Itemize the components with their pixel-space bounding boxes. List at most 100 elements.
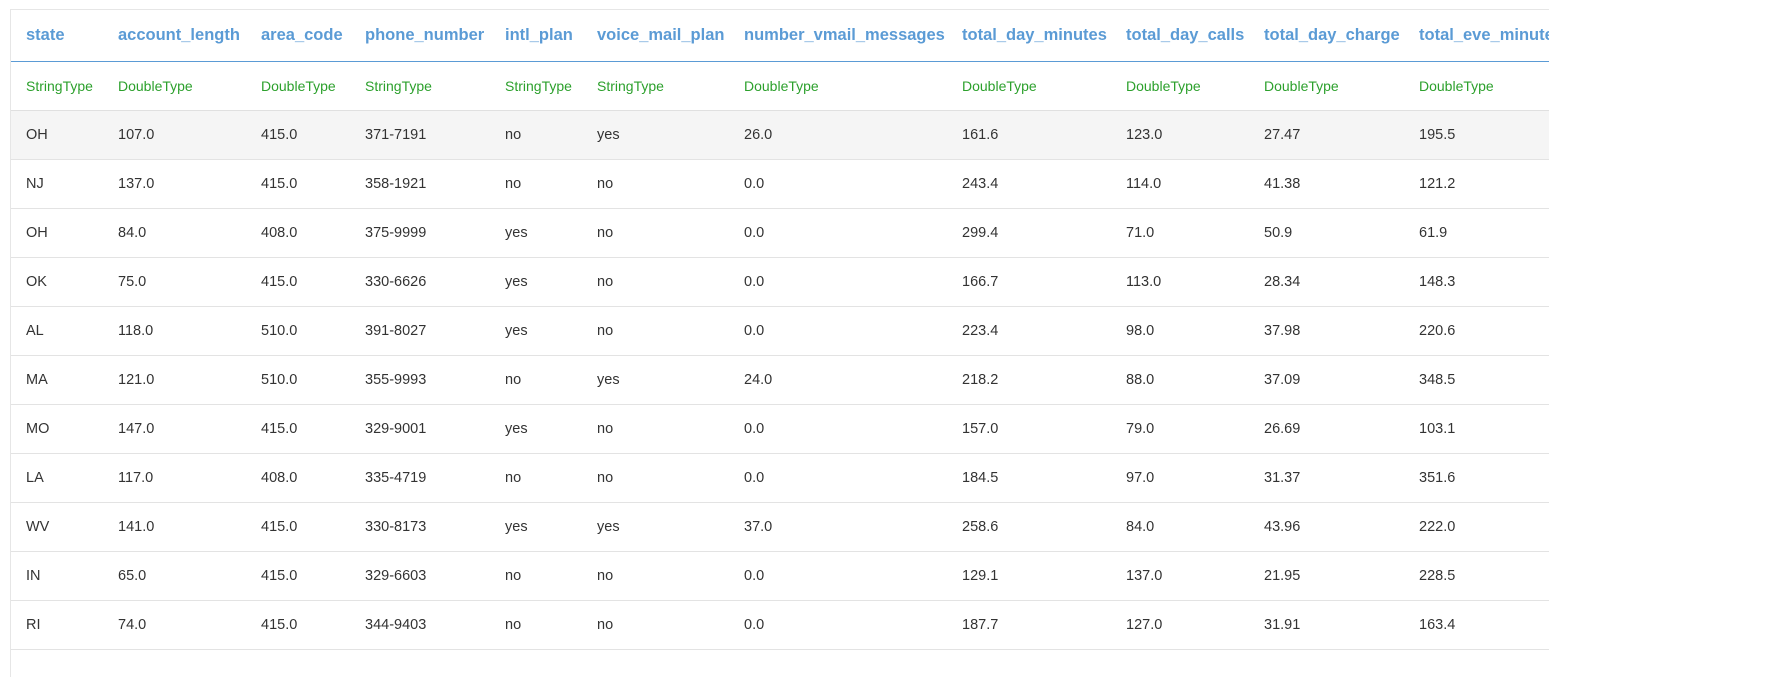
table-cell-total-day-calls: 84.0 [1111,502,1249,552]
column-type-total-eve-minutes: DoubleType [1404,61,1549,111]
table-cell-area-code: 510.0 [246,355,350,405]
table-viewport[interactable]: state account_length area_code phone_number… [10,9,1549,677]
table-cell-total-eve-minutes: 195.5 [1404,110,1549,160]
table-cell-total-day-minutes: 161.6 [947,110,1111,160]
table-cell-area-code: 415.0 [246,257,350,307]
table-cell-number-vmail-messages: 0.0 [729,551,947,601]
table-row[interactable]: OH 107.0 415.0 371-7191 no yes 26.0 161.6 123.0 2… [11,110,1549,160]
table-cell-total-day-calls: 123.0 [1111,110,1249,160]
column-header-total-day-calls[interactable]: total_day_calls [1111,10,1249,62]
table-cell-total-eve-minutes: 220.6 [1404,306,1549,356]
table-cell-total-day-minutes: 218.2 [947,355,1111,405]
table-cell-total-day-minutes: 243.4 [947,159,1111,209]
column-header-total-eve-minutes[interactable]: total_eve_minutes [1404,10,1549,62]
column-header-intl-plan[interactable]: intl_plan [490,10,582,62]
table-cell-total-eve-minutes: 121.2 [1404,159,1549,209]
table-cell-state: WV [11,502,103,552]
table-cell-total-day-minutes: 129.1 [947,551,1111,601]
table-cell-area-code: 408.0 [246,453,350,503]
table-cell-total-day-minutes: 223.4 [947,306,1111,356]
table-row[interactable]: NJ 137.0 415.0 358-1921 no no 0.0 243.4 114.0 41.… [11,159,1549,209]
table-cell-intl-plan: no [490,110,582,160]
table-cell-total-day-minutes: 157.0 [947,404,1111,454]
column-header-voice-mail-plan[interactable]: voice_mail_plan [582,10,729,62]
table-cell-total-day-charge: 50.9 [1249,208,1404,258]
column-type-total-day-minutes: DoubleType [947,61,1111,111]
table-row[interactable]: WV 141.0 415.0 330-8173 yes yes 37.0 258.6 84.0 4… [11,502,1549,552]
table-cell-voice-mail-plan: no [582,600,729,650]
table-cell-state: OH [11,208,103,258]
table-cell-intl-plan: yes [490,404,582,454]
table-cell-total-day-charge: 41.38 [1249,159,1404,209]
table-cell-intl-plan: no [490,159,582,209]
table-cell-total-day-calls: 97.0 [1111,453,1249,503]
table-cell-account-length: 65.0 [103,551,246,601]
table-row[interactable]: LA 117.0 408.0 335-4719 no no 0.0 184.5 97.0 31.3… [11,453,1549,503]
table-cell-area-code: 408.0 [246,208,350,258]
table-cell-intl-plan: no [490,600,582,650]
table-cell-total-day-minutes: 187.7 [947,600,1111,650]
table-cell-area-code: 415.0 [246,551,350,601]
column-header-account-length[interactable]: account_length [103,10,246,62]
table-row[interactable]: RI 74.0 415.0 344-9403 no no 0.0 187.7 127.0 31.9… [11,600,1549,650]
table-header: state account_length area_code phone_number… [11,10,1549,111]
table-cell-total-eve-minutes: 351.6 [1404,453,1549,503]
table-cell-total-day-charge: 37.09 [1249,355,1404,405]
table-cell-account-length: 74.0 [103,600,246,650]
column-header-state[interactable]: state [11,10,103,62]
table-cell-state: LA [11,453,103,503]
table-cell-phone-number: 358-1921 [350,159,490,209]
table-cell-area-code: 415.0 [246,502,350,552]
table-cell-account-length: 107.0 [103,110,246,160]
table-cell-intl-plan: yes [490,257,582,307]
column-header-total-day-charge[interactable]: total_day_charge [1249,10,1404,62]
table-cell-total-day-calls: 98.0 [1111,306,1249,356]
column-type-row: StringType DoubleType DoubleType StringType… [11,61,1549,111]
table-cell-total-eve-minutes: 228.5 [1404,551,1549,601]
table-cell-state: MO [11,404,103,454]
column-type-intl-plan: StringType [490,61,582,111]
table-cell-state: OH [11,110,103,160]
table-cell-total-day-minutes: 184.5 [947,453,1111,503]
table-row[interactable]: IN 65.0 415.0 329-6603 no no 0.0 129.1 137.0 21.9… [11,551,1549,601]
table-cell-state: RI [11,600,103,650]
table-cell-phone-number: 371-7191 [350,110,490,160]
table-cell-phone-number: 375-9999 [350,208,490,258]
column-header-area-code[interactable]: area_code [246,10,350,62]
table-cell-voice-mail-plan: no [582,453,729,503]
table-cell-account-length: 137.0 [103,159,246,209]
table-row[interactable]: MA 121.0 510.0 355-9993 no yes 24.0 218.2 88.0 37… [11,355,1549,405]
column-header-number-vmail-messages[interactable]: number_vmail_messages [729,10,947,62]
table-cell-account-length: 84.0 [103,208,246,258]
data-table: state account_length area_code phone_number… [11,10,1549,650]
table-row[interactable]: AL 118.0 510.0 391-8027 yes no 0.0 223.4 98.0 37.… [11,306,1549,356]
table-row[interactable]: OH 84.0 408.0 375-9999 yes no 0.0 299.4 71.0 50.9… [11,208,1549,258]
table-cell-total-day-calls: 88.0 [1111,355,1249,405]
table-cell-total-day-calls: 127.0 [1111,600,1249,650]
table-cell-area-code: 510.0 [246,306,350,356]
table-cell-state: IN [11,551,103,601]
table-row[interactable]: OK 75.0 415.0 330-6626 yes no 0.0 166.7 113.0 28.… [11,257,1549,307]
table-cell-total-day-charge: 31.37 [1249,453,1404,503]
table-cell-total-day-calls: 113.0 [1111,257,1249,307]
table-cell-phone-number: 330-6626 [350,257,490,307]
table-cell-number-vmail-messages: 0.0 [729,257,947,307]
table-cell-phone-number: 329-9001 [350,404,490,454]
column-type-account-length: DoubleType [103,61,246,111]
table-cell-total-eve-minutes: 61.9 [1404,208,1549,258]
table-cell-voice-mail-plan: no [582,208,729,258]
table-cell-number-vmail-messages: 0.0 [729,404,947,454]
column-type-number-vmail-messages: DoubleType [729,61,947,111]
table-cell-total-eve-minutes: 163.4 [1404,600,1549,650]
column-header-phone-number[interactable]: phone_number [350,10,490,62]
column-type-total-day-calls: DoubleType [1111,61,1249,111]
column-header-row: state account_length area_code phone_number… [11,10,1549,62]
column-type-total-day-charge: DoubleType [1249,61,1404,111]
column-type-state: StringType [11,61,103,111]
column-header-total-day-minutes[interactable]: total_day_minutes [947,10,1111,62]
table-cell-account-length: 141.0 [103,502,246,552]
table-cell-account-length: 147.0 [103,404,246,454]
table-cell-total-eve-minutes: 222.0 [1404,502,1549,552]
table-row[interactable]: MO 147.0 415.0 329-9001 yes no 0.0 157.0 79.0 26.… [11,404,1549,454]
table-cell-account-length: 117.0 [103,453,246,503]
